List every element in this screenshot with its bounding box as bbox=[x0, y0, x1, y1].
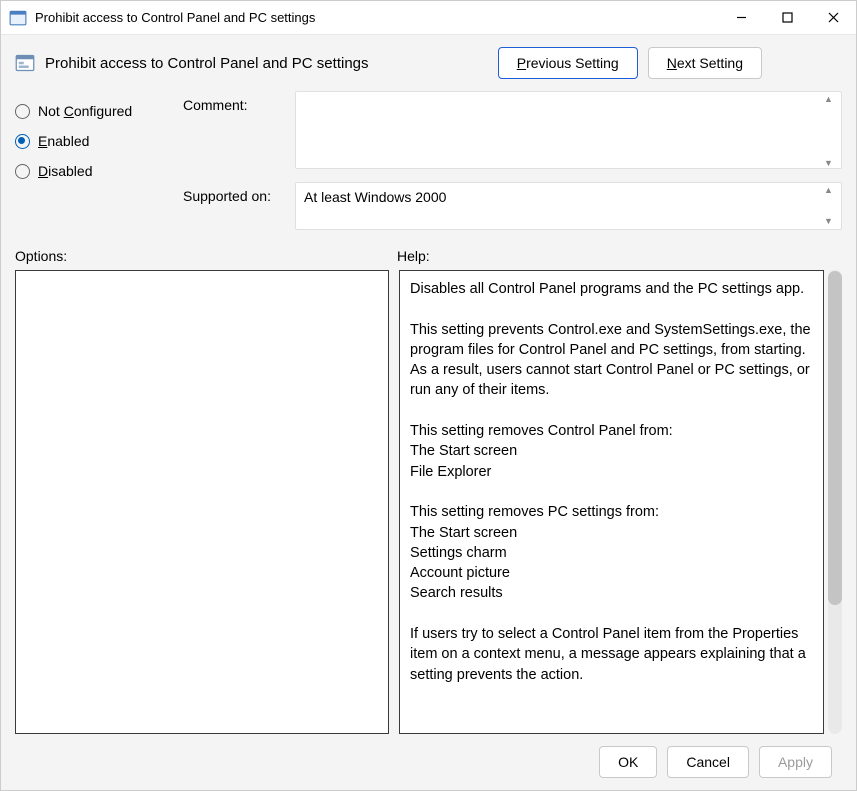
spin-down-icon[interactable]: ▼ bbox=[824, 217, 838, 226]
footer-buttons: OK Cancel Apply bbox=[9, 734, 848, 782]
ok-button[interactable]: OK bbox=[599, 746, 657, 778]
apply-button[interactable]: Apply bbox=[759, 746, 832, 778]
supported-on-value: At least Windows 2000 bbox=[295, 182, 842, 230]
header-row: Prohibit access to Control Panel and PC … bbox=[9, 45, 848, 91]
config-grid: Not Configured Enabled Disabled Comment:… bbox=[9, 91, 848, 230]
previous-setting-button[interactable]: Previous Setting bbox=[498, 47, 638, 79]
close-button[interactable] bbox=[810, 1, 856, 35]
cancel-button[interactable]: Cancel bbox=[667, 746, 749, 778]
minimize-button[interactable] bbox=[718, 1, 764, 35]
policy-title: Prohibit access to Control Panel and PC … bbox=[45, 55, 498, 72]
radio-dot-icon bbox=[15, 104, 30, 119]
window-title: Prohibit access to Control Panel and PC … bbox=[35, 10, 718, 25]
help-scrollbar[interactable] bbox=[828, 270, 842, 734]
titlebar: Prohibit access to Control Panel and PC … bbox=[1, 1, 856, 35]
next-setting-button[interactable]: Next Setting bbox=[648, 47, 762, 79]
radio-label: Not Configured bbox=[38, 103, 132, 119]
options-pane[interactable] bbox=[15, 270, 389, 734]
app-icon bbox=[9, 9, 27, 27]
radio-label: Disabled bbox=[38, 163, 93, 179]
supported-on-label: Supported on: bbox=[183, 182, 295, 230]
help-pane[interactable]: Disables all Control Panel programs and … bbox=[399, 270, 824, 734]
help-label: Help: bbox=[397, 248, 430, 264]
maximize-button[interactable] bbox=[764, 1, 810, 35]
radio-label: Enabled bbox=[38, 133, 89, 149]
client-area: Prohibit access to Control Panel and PC … bbox=[1, 35, 856, 790]
comment-label: Comment: bbox=[183, 91, 295, 172]
radio-enabled[interactable]: Enabled bbox=[15, 133, 183, 149]
options-label: Options: bbox=[15, 248, 397, 264]
spin-up-icon[interactable]: ▲ bbox=[824, 186, 838, 195]
scrollbar-thumb[interactable] bbox=[828, 271, 842, 605]
panes-row: Disables all Control Panel programs and … bbox=[9, 270, 848, 734]
radio-not-configured[interactable]: Not Configured bbox=[15, 103, 183, 119]
radio-disabled[interactable]: Disabled bbox=[15, 163, 183, 179]
comment-textarea[interactable] bbox=[295, 91, 842, 169]
radio-dot-icon bbox=[15, 134, 30, 149]
spin-down-icon[interactable]: ▼ bbox=[824, 159, 838, 168]
spin-up-icon[interactable]: ▲ bbox=[824, 95, 838, 104]
dialog-window: Prohibit access to Control Panel and PC … bbox=[0, 0, 857, 791]
state-column: Not Configured Enabled Disabled bbox=[15, 91, 183, 230]
radio-dot-icon bbox=[15, 164, 30, 179]
window-controls bbox=[718, 1, 856, 35]
section-labels: Options: Help: bbox=[9, 230, 848, 270]
policy-icon bbox=[15, 53, 35, 73]
